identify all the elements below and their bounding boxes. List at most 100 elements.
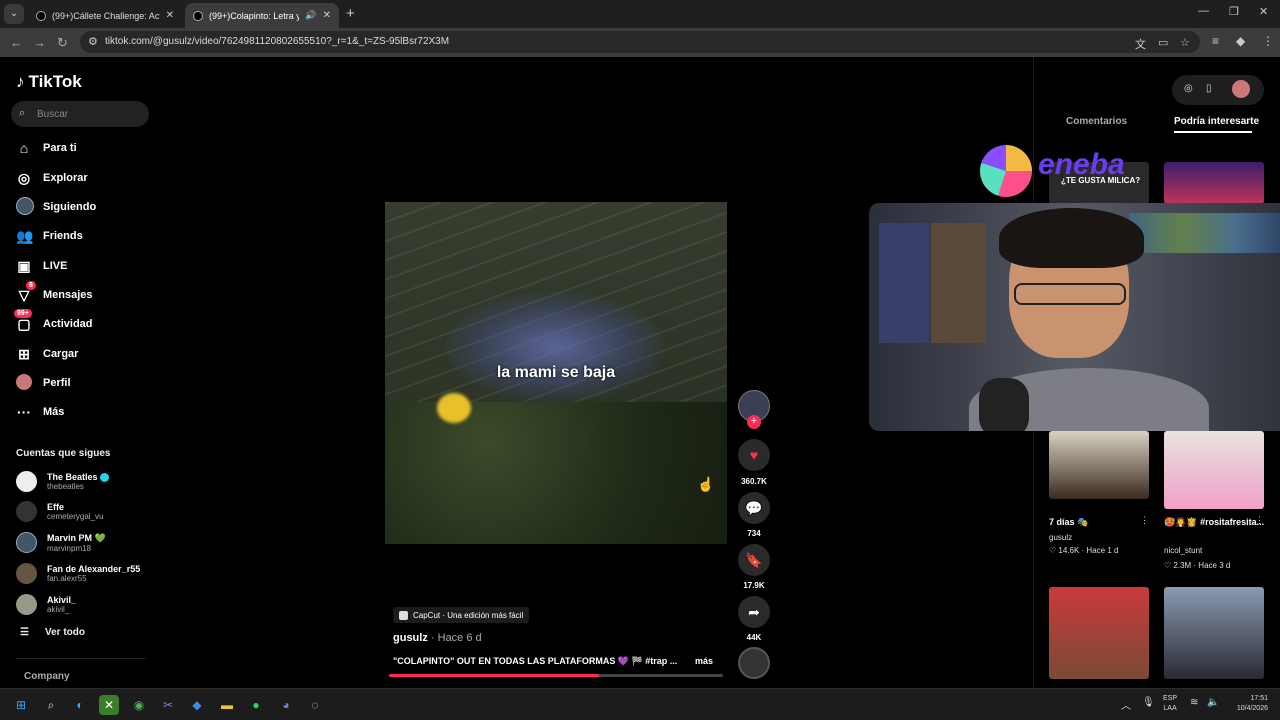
discord-icon[interactable]: ◕ [276, 695, 296, 715]
speaker-icon[interactable]: 🔊 [305, 10, 316, 21]
share-button[interactable]: ➦ [738, 596, 770, 628]
save-button[interactable]: 🔖 [738, 544, 770, 576]
company-link[interactable]: Company [24, 671, 70, 682]
follow-plus-icon[interactable]: + [747, 415, 761, 429]
following-account[interactable]: Akivil_ akivil_ [16, 594, 76, 615]
following-account[interactable]: Fan de Alexander_r55 fan.alexr55 [16, 563, 140, 584]
explore-icon[interactable]: ◎ [1184, 83, 1193, 94]
mouse-cursor-icon: ☝ [697, 476, 715, 492]
forward-icon[interactable]: → [33, 35, 46, 50]
site-info-icon[interactable]: ⚙ [88, 35, 98, 48]
comment-button[interactable]: 💬 [738, 492, 770, 524]
mic-icon[interactable]: 🎙 [1142, 697, 1155, 708]
video-author-line[interactable]: gusulz · Hace 6 d [393, 632, 482, 644]
nav-label: Cargar [43, 348, 79, 360]
profile-avatar[interactable] [1232, 80, 1250, 98]
tray-expand-icon[interactable]: ︿ [1121, 697, 1131, 712]
spotify-icon[interactable]: ● [246, 695, 266, 715]
wifi-icon[interactable]: ≋ [1190, 697, 1198, 708]
comment-icon: 💬 [745, 500, 763, 516]
minimize-icon[interactable]: — [1198, 5, 1209, 17]
avatar [16, 471, 37, 492]
webcam-overlay [869, 203, 1280, 431]
music-disc-icon[interactable] [738, 647, 770, 679]
search-icon[interactable]: ⌕ [41, 695, 61, 715]
nav-friends[interactable]: 👥 Friends [16, 225, 83, 247]
video-player[interactable]: la mami se baja [385, 202, 727, 544]
suggested-thumbnail[interactable] [1164, 587, 1264, 679]
tab-comentarios[interactable]: Comentarios [1066, 116, 1127, 127]
nav-label: Siguiendo [43, 201, 97, 213]
following-account[interactable]: Effe cemeterygal_vu [16, 501, 103, 522]
nav-actividad[interactable]: ▢ 99+ Actividad [14, 308, 93, 335]
search-input[interactable]: ⌕ Buscar [11, 101, 149, 127]
clock[interactable]: 17:51 10/4/2026 [1224, 694, 1268, 714]
chrome-icon[interactable]: ◉ [129, 695, 149, 715]
account-handle: thebeatles [47, 482, 84, 492]
volume-icon[interactable]: 🔈 [1207, 697, 1219, 708]
browser-tab-1[interactable]: (99+)Cállete Challenge: Actuació ✕ [28, 3, 182, 28]
following-account[interactable]: Marvin PM 💚 marvinpm18 [16, 532, 106, 553]
more-button[interactable]: más [695, 656, 713, 666]
nav-siguiendo[interactable]: Siguiendo [16, 196, 96, 218]
restore-icon[interactable]: ❐ [1229, 5, 1239, 18]
messages-badge: 8 [26, 280, 36, 290]
nav-mensajes[interactable]: ▽ 8 Mensajes [16, 280, 93, 306]
windows-start-icon[interactable]: ⊞ [11, 695, 31, 715]
browser-tab-2[interactable]: (99+)Colapinto: Letra y Mú 🔊 ✕ [185, 3, 339, 28]
profile-avatar-icon [16, 373, 32, 393]
snipping-icon[interactable]: ✂ [158, 695, 178, 715]
card-title[interactable]: 🥵🧛👸 #rositafresita... [1164, 517, 1264, 528]
app-icon[interactable]: ◆ [187, 695, 207, 715]
tab-podria-interesarte[interactable]: Podría interesarte [1174, 116, 1259, 127]
card-title[interactable]: 7 días 🎭 [1049, 517, 1088, 528]
file-explorer-icon[interactable]: ▬ [217, 695, 237, 715]
new-tab-icon[interactable]: + [346, 5, 355, 22]
nav-mas[interactable]: ··· Más [16, 401, 64, 423]
address-bar[interactable]: ⚙ tiktok.com/@gusulz/video/7624981120802… [80, 31, 1200, 53]
activity-badge: 99+ [14, 308, 32, 318]
like-button[interactable]: ♥ [738, 439, 770, 471]
nav-explorar[interactable]: ◎ Explorar [16, 167, 88, 189]
nav-live[interactable]: ▣ LIVE [16, 255, 67, 277]
suggested-thumbnail[interactable] [1049, 431, 1149, 499]
close-tab-icon[interactable]: ✕ [166, 10, 174, 21]
account-name: Akivil_ [47, 595, 77, 605]
capcut-tag[interactable]: CapCut · Una edición más fácil [393, 607, 530, 623]
nav-label: Para ti [43, 142, 77, 154]
language-indicator[interactable]: ESP LAA [1163, 694, 1177, 714]
following-account[interactable]: The Beatles thebeatles [16, 471, 110, 492]
phone-icon[interactable]: ▯ [1206, 83, 1212, 94]
cast-icon[interactable]: ▭ [1158, 36, 1168, 49]
windows-taskbar: ⊞ ⌕ ◐ ✕ ◉ ✂ ◆ ▬ ● ◕ ◌ ︿ 🎙 ESP LAA ≋ 🔈 17… [0, 688, 1280, 720]
nav-cargar[interactable]: ⊞ Cargar [16, 343, 78, 365]
bookmark-star-icon[interactable]: ☆ [1180, 36, 1190, 49]
edge-icon[interactable]: ◐ [70, 695, 90, 715]
card-more-icon[interactable]: ⋮ [1140, 515, 1149, 526]
card-user[interactable]: nicol_stunt [1164, 546, 1202, 555]
card-age: · Hace 3 d [1193, 561, 1231, 570]
extension-icon[interactable]: ◆ [1236, 34, 1245, 48]
see-all-link[interactable]: ☰ Ver todo [20, 627, 85, 638]
tiktok-logo[interactable]: ♪ TikTok [16, 72, 82, 92]
browser-tab-strip: ⌄ (99+)Cállete Challenge: Actuació ✕ (99… [0, 0, 1280, 28]
window-close-icon[interactable]: ✕ [1259, 5, 1268, 18]
video-progress-bar[interactable] [389, 674, 723, 677]
active-tab-indicator [1174, 131, 1252, 133]
reload-icon[interactable]: ↻ [57, 35, 68, 51]
close-tab-icon[interactable]: ✕ [323, 10, 331, 21]
back-icon[interactable]: ← [10, 35, 23, 50]
card-user[interactable]: gusulz [1049, 533, 1072, 542]
suggested-thumbnail[interactable] [1164, 162, 1264, 204]
suggested-thumbnail[interactable] [1049, 587, 1149, 679]
translate-icon[interactable]: 文 [1135, 36, 1146, 52]
nav-para-ti[interactable]: ⌂ Para ti [16, 137, 77, 159]
browser-menu-icon[interactable]: ⋮ [1262, 34, 1274, 48]
suggested-thumbnail[interactable] [1164, 431, 1264, 509]
tab-media-icon[interactable]: ≡ [1212, 34, 1219, 48]
card-more-icon[interactable]: ⋮ [1255, 515, 1264, 526]
tab-search-icon[interactable]: ⌄ [4, 4, 24, 24]
obs-icon[interactable]: ◌ [305, 695, 325, 715]
nav-perfil[interactable]: Perfil [16, 372, 71, 394]
xbox-icon[interactable]: ✕ [99, 695, 119, 715]
